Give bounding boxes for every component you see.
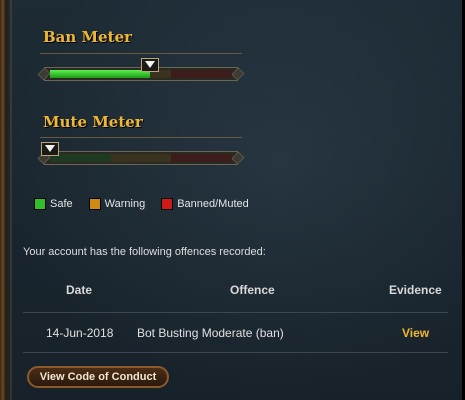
ban-meter: [36, 58, 246, 82]
offences-intro: Your account has the following offences …: [23, 246, 266, 258]
ban-meter-divider: [40, 53, 242, 54]
banned-zone: [171, 70, 233, 78]
left-border-inner: [10, 0, 12, 400]
mute-meter-marker: [41, 142, 59, 157]
legend-label: Warning: [104, 198, 146, 210]
legend-label: Safe: [50, 198, 73, 210]
offence-description: Bot Busting Moderate (ban): [137, 326, 284, 340]
warning-zone: [110, 154, 172, 162]
view-evidence-link[interactable]: View: [402, 326, 429, 340]
legend-label: Banned/Muted: [177, 198, 249, 210]
offence-date: 14-Jun-2018: [46, 326, 114, 340]
ban-meter-marker: [141, 58, 159, 73]
meter-legend: Safe Warning Banned/Muted: [34, 198, 265, 210]
safe-zone: [50, 154, 111, 162]
ban-meter-title: Ban Meter: [43, 28, 133, 46]
mute-meter: [36, 142, 246, 166]
legend-swatch-banned: [161, 198, 174, 210]
mute-meter-title: Mute Meter: [43, 113, 143, 131]
column-header-evidence: Evidence: [389, 283, 442, 297]
legend-safe: Safe: [34, 198, 73, 210]
account-status-panel: Ban Meter Mute Meter Safe Warning Banned…: [0, 0, 465, 400]
legend-swatch-safe: [34, 198, 46, 210]
column-header-offence: Offence: [230, 283, 275, 297]
down-arrow-icon: [145, 61, 155, 68]
down-arrow-icon: [45, 145, 55, 152]
legend-swatch-warning: [88, 198, 101, 210]
view-code-of-conduct-button[interactable]: View Code of Conduct: [27, 366, 169, 388]
column-header-date: Date: [66, 283, 93, 297]
legend-warning: Warning: [88, 198, 146, 210]
left-border: [0, 0, 9, 400]
table-divider: [23, 312, 448, 313]
muted-zone: [171, 154, 233, 162]
table-divider: [23, 352, 448, 353]
mute-meter-divider: [40, 137, 242, 138]
ban-meter-fill: [50, 70, 150, 78]
legend-banned-muted: Banned/Muted: [161, 198, 249, 210]
